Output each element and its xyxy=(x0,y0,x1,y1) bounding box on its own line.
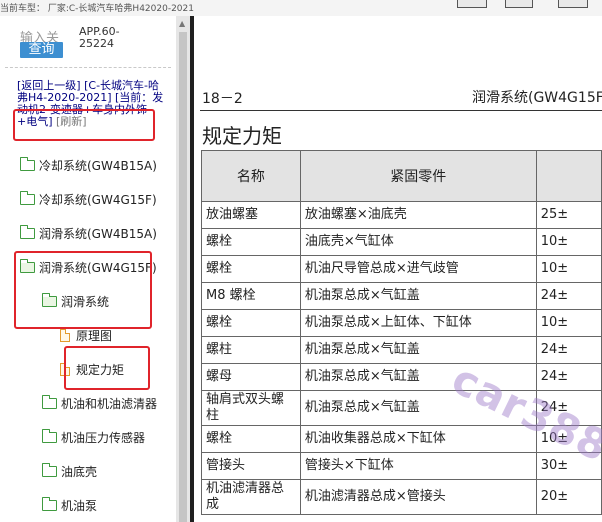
folder-icon xyxy=(20,191,35,205)
cell-parts: 机油泵总成×气缸盖 xyxy=(299,282,537,310)
table-row: 机油滤清器总成 机油滤清器总成×管接头 20± xyxy=(201,479,602,515)
cell-name: 螺栓 xyxy=(201,425,301,453)
tree-item-oil-and-filter[interactable]: 机油和机油滤清器 xyxy=(42,395,157,412)
cell-torque: 24± xyxy=(535,363,602,391)
folder-icon xyxy=(20,157,35,171)
scroll-up-arrow-icon[interactable]: ▲ xyxy=(179,19,185,28)
app-code-label: APP.60-25224 xyxy=(79,25,120,50)
cell-name: 放油螺塞 xyxy=(201,201,301,229)
folder-icon xyxy=(42,429,57,443)
cell-torque: 10± xyxy=(535,255,602,283)
column-header-parts: 紧固零件 xyxy=(299,150,537,202)
folder-icon xyxy=(42,463,57,477)
tree-item-schematic[interactable]: 原理图 xyxy=(60,327,112,344)
cell-torque: 25± xyxy=(535,201,602,229)
document-icon xyxy=(60,329,70,342)
cell-parts: 油底壳×气缸体 xyxy=(299,228,537,256)
tree-item-cooling-b15a[interactable]: 冷却系统(GW4B15A) xyxy=(20,157,157,174)
table-row: 螺栓 油底壳×气缸体 10± xyxy=(201,228,602,256)
folder-icon xyxy=(20,225,35,239)
car-model-label: 当前车型： 厂家:C-长城汽车哈弗H42020-2021 xyxy=(0,4,194,14)
tree-item-oil-pressure-sensor[interactable]: 机油压力传感器 xyxy=(42,429,145,446)
table-row: 螺栓 机油泵总成×上缸体、下缸体 10± xyxy=(201,309,602,337)
cell-name: 管接头 xyxy=(201,452,301,480)
divider xyxy=(5,67,171,68)
table-row: 放油螺塞 放油螺塞×油底壳 25± xyxy=(201,201,602,229)
scrollbar-thumb[interactable] xyxy=(179,32,187,522)
toolbar-button-3[interactable] xyxy=(558,0,588,8)
top-bar: 当前车型： 厂家:C-长城汽车哈弗H42020-2021 xyxy=(0,0,602,16)
tree-item-label: 油底壳 xyxy=(61,465,98,479)
cell-name: 螺栓 xyxy=(201,228,301,256)
cell-torque: 10± xyxy=(535,309,602,337)
left-nav-panel: 输入关 查询 APP.60-25224 [返回上一级] [C-长城汽车-哈弗H4… xyxy=(0,16,176,522)
tree-item-label: 冷却系统(GW4G15F) xyxy=(39,193,157,207)
cell-parts: 机油泵总成×上缸体、下缸体 xyxy=(299,309,537,337)
cell-torque: 10± xyxy=(535,228,602,256)
highlight-box-lube-system xyxy=(14,251,152,329)
toolbar-button-1[interactable] xyxy=(457,0,487,8)
highlight-box-current-path xyxy=(13,109,155,141)
page-number: 18－2 xyxy=(202,91,243,107)
header-rule xyxy=(200,110,602,111)
cell-name: 轴肩式双头螺柱 xyxy=(201,390,301,426)
tree-item-label: 机油泵 xyxy=(61,499,98,513)
tree-item-label: 机油压力传感器 xyxy=(61,431,146,445)
cell-torque: 20± xyxy=(535,479,602,515)
tree-item-oil-pan[interactable]: 油底壳 xyxy=(42,463,97,480)
cell-parts: 管接头×下缸体 xyxy=(299,452,537,480)
column-header-torque xyxy=(535,150,602,202)
folder-icon xyxy=(42,395,57,409)
tree-item-oil-pump[interactable]: 机油泵 xyxy=(42,497,97,514)
column-header-name: 名称 xyxy=(201,150,301,202)
table-row: 螺栓 机油尺导管总成×进气歧管 10± xyxy=(201,255,602,283)
folder-icon xyxy=(42,497,57,511)
torque-table: 名称 紧固零件 放油螺塞 放油螺塞×油底壳 25± 螺栓 油底壳×气缸体 10± 螺栓 机油尺… xyxy=(201,150,602,515)
document-viewer: 18－2 润滑系统(GW4G15F) 规定力矩 名称 紧固零件 放油螺塞 放油螺塞… xyxy=(194,16,602,522)
page-title: 润滑系统(GW4G15F) xyxy=(472,90,602,106)
cell-name: 机油滤清器总成 xyxy=(201,479,301,515)
cell-parts: 机油尺导管总成×进气歧管 xyxy=(299,255,537,283)
tree-item-cooling-g15f[interactable]: 冷却系统(GW4G15F) xyxy=(20,191,157,208)
tree-item-label: 润滑系统(GW4B15A) xyxy=(39,227,157,241)
cell-name: M8 螺栓 xyxy=(201,282,301,310)
tree-item-label: 冷却系统(GW4B15A) xyxy=(39,159,157,173)
left-scrollbar[interactable]: ▲ xyxy=(176,16,190,522)
table-header-row: 名称 紧固零件 xyxy=(201,150,602,202)
highlight-box-torque-spec xyxy=(64,346,150,390)
cell-parts: 机油收集器总成×下缸体 xyxy=(299,425,537,453)
tree-item-lube-b15a[interactable]: 润滑系统(GW4B15A) xyxy=(20,225,157,242)
toolbar-button-2[interactable] xyxy=(505,0,533,8)
cell-parts: 放油螺塞×油底壳 xyxy=(299,201,537,229)
table-row: M8 螺栓 机油泵总成×气缸盖 24± xyxy=(201,282,602,310)
tree-item-label: 机油和机油滤清器 xyxy=(61,397,158,411)
table-body: 放油螺塞 放油螺塞×油底壳 25± 螺栓 油底壳×气缸体 10± 螺栓 机油尺导管总成×进气歧… xyxy=(201,201,602,515)
cell-torque: 24± xyxy=(535,282,602,310)
cell-name: 螺母 xyxy=(201,363,301,391)
cell-parts: 机油滤清器总成×管接头 xyxy=(299,479,537,515)
table-row: 螺柱 机油泵总成×气缸盖 24± xyxy=(201,336,602,364)
search-button[interactable]: 查询 xyxy=(20,42,63,58)
cell-torque: 24± xyxy=(535,336,602,364)
cell-name: 螺栓 xyxy=(201,309,301,337)
cell-name: 螺柱 xyxy=(201,336,301,364)
cell-name: 螺栓 xyxy=(201,255,301,283)
cell-parts: 机油泵总成×气缸盖 xyxy=(299,336,537,364)
tree-item-label: 原理图 xyxy=(76,329,113,343)
table-row: 螺母 机油泵总成×气缸盖 24± xyxy=(201,363,602,391)
section-heading: 规定力矩 xyxy=(202,124,282,148)
table-row: 管接头 管接头×下缸体 30± xyxy=(201,452,602,480)
